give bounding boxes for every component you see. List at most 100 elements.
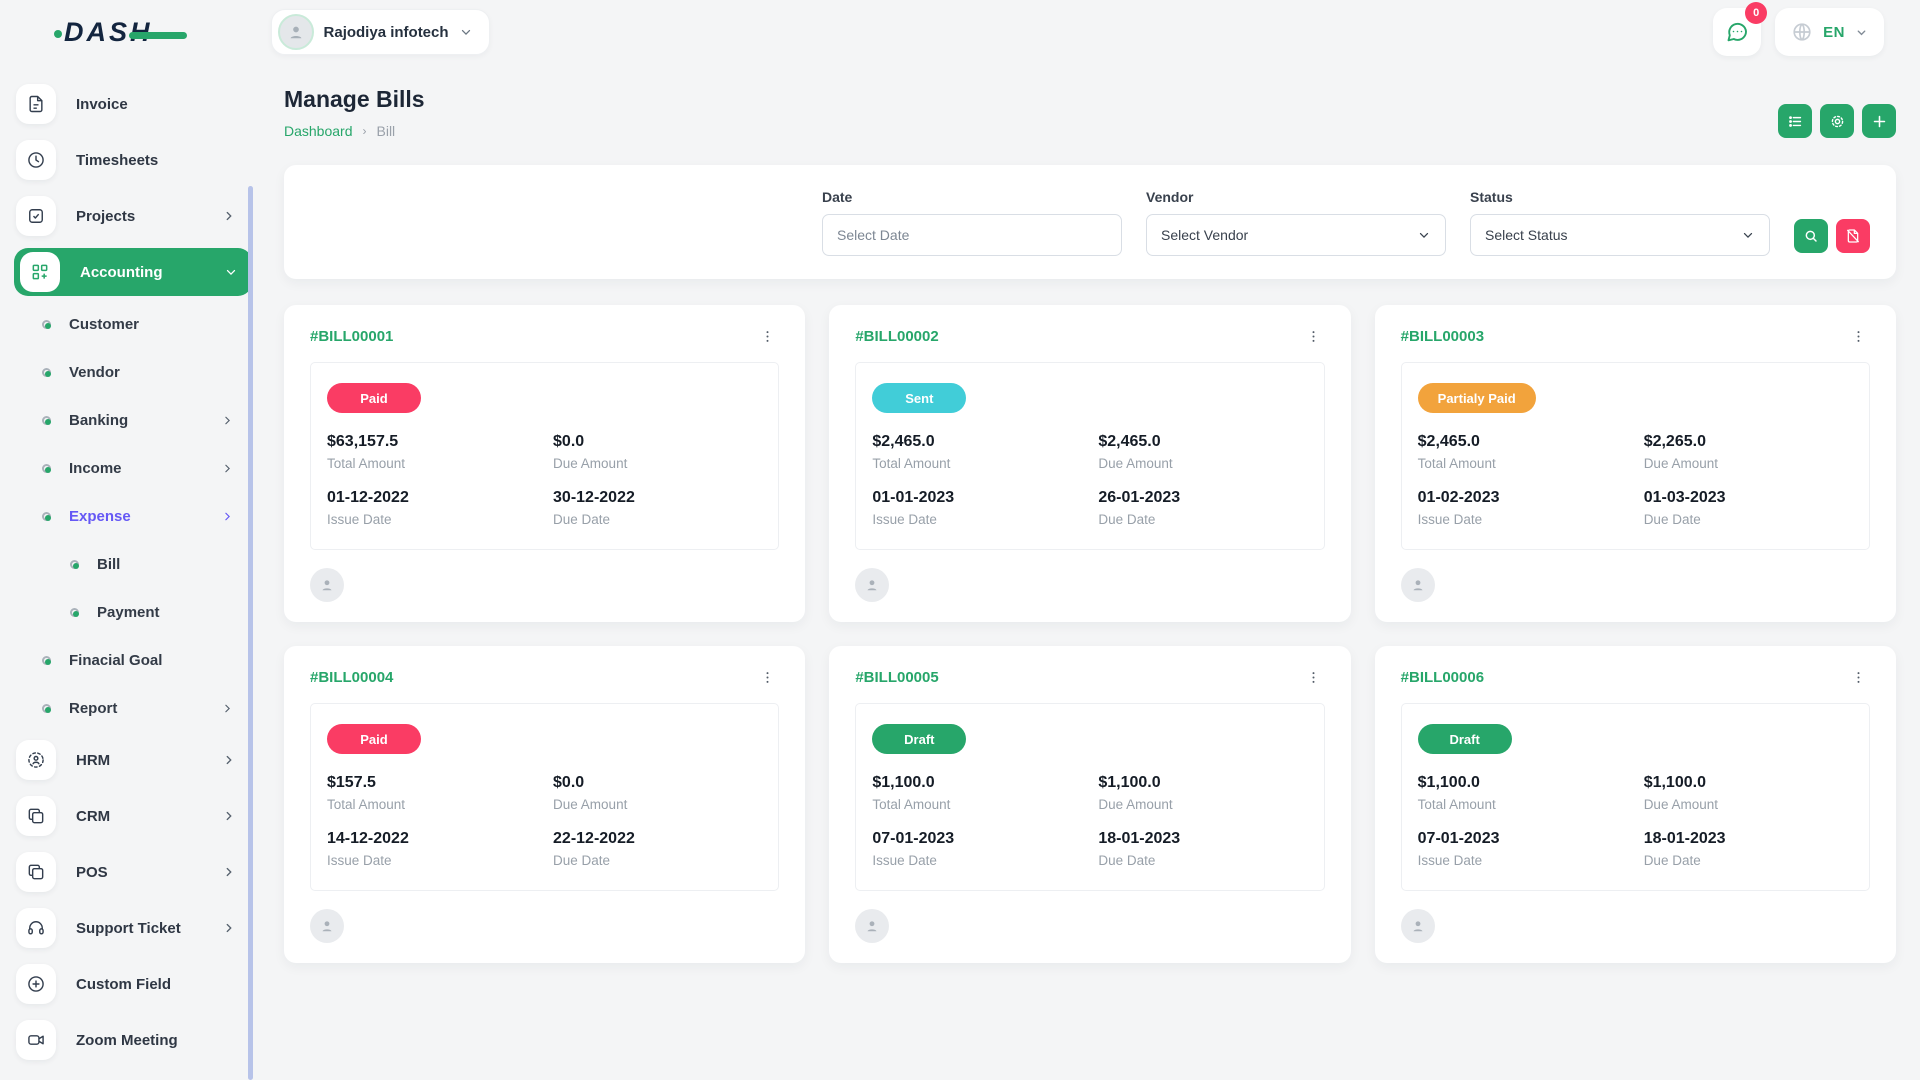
vendor-avatar [310, 568, 344, 602]
card-menu-button[interactable] [1847, 668, 1870, 687]
plus-icon [1871, 113, 1888, 130]
sidebar-item-pos[interactable]: POS [0, 844, 262, 900]
status-filter-group: Status Select Status [1470, 189, 1770, 256]
file-off-icon [1845, 228, 1861, 244]
notifications-button[interactable]: 0 [1713, 8, 1761, 56]
sidebar-item-accounting[interactable]: Accounting [14, 248, 252, 296]
bullet-dot-icon [42, 656, 51, 665]
bullet-dot-icon [42, 704, 51, 713]
bill-detail-box: Draft $1,100.0Total Amount $1,100.0Due A… [855, 703, 1324, 891]
add-bill-button[interactable] [1862, 104, 1896, 138]
card-menu-button[interactable] [1302, 668, 1325, 687]
issue-date-value: 14-12-2022 [327, 830, 553, 848]
chevron-right-icon [222, 921, 236, 935]
kebab-menu-icon [1851, 670, 1866, 685]
due-amount-label: Due Amount [553, 456, 762, 471]
reset-filter-button[interactable] [1836, 219, 1870, 253]
sidebar-item-report[interactable]: Report [0, 684, 262, 732]
issue-date-label: Issue Date [872, 853, 1098, 868]
company-switcher[interactable]: Rajodiya infotech [271, 9, 490, 55]
status-select[interactable]: Select Status [1470, 214, 1770, 256]
status-badge: Draft [1418, 724, 1512, 754]
card-menu-button[interactable] [756, 668, 779, 687]
chevron-down-icon [1855, 26, 1868, 39]
bill-id-link[interactable]: #BILL00004 [310, 669, 393, 686]
sidebar-item-timesheets[interactable]: Timesheets [0, 132, 262, 188]
sidebar-item-hrm[interactable]: HRM [0, 732, 262, 788]
person-icon [318, 576, 336, 594]
due-amount-label: Due Amount [1644, 456, 1853, 471]
status-badge: Sent [872, 383, 966, 413]
total-amount-value: $1,100.0 [872, 774, 1098, 792]
person-icon [318, 917, 336, 935]
bill-id-link[interactable]: #BILL00002 [855, 328, 938, 345]
breadcrumb-dashboard-link[interactable]: Dashboard [284, 123, 353, 139]
bullet-dot-icon [42, 464, 51, 473]
logo-dot-accent [54, 30, 62, 38]
sidebar-item-finacial-goal[interactable]: Finacial Goal [0, 636, 262, 684]
bill-id-link[interactable]: #BILL00003 [1401, 328, 1484, 345]
person-icon [1409, 576, 1427, 594]
chevron-right-icon [222, 809, 236, 823]
sidebar-item-invoice[interactable]: Invoice [0, 76, 262, 132]
sidebar-item-expense[interactable]: Expense [0, 492, 262, 540]
sidebar-item-projects[interactable]: Projects [0, 188, 262, 244]
total-amount-label: Total Amount [872, 797, 1098, 812]
sidebar-item-customer[interactable]: Customer [0, 300, 262, 348]
checkbox-icon [16, 196, 56, 236]
sidebar-item-support-ticket[interactable]: Support Ticket [0, 900, 262, 956]
total-amount-value: $63,157.5 [327, 433, 553, 451]
card-menu-button[interactable] [1302, 327, 1325, 346]
sidebar-item-bill[interactable]: Bill [0, 540, 262, 588]
apply-filter-button[interactable] [1794, 219, 1828, 253]
chat-bubble-icon [1725, 20, 1749, 44]
sidebar-scrollbar-thumb[interactable] [248, 186, 253, 1080]
top-header: DASH Rajodiya infotech 0 EN [0, 0, 1920, 64]
due-date-label: Due Date [1098, 853, 1307, 868]
pos-icon [16, 852, 56, 892]
issue-date-label: Issue Date [1418, 853, 1644, 868]
settings-button[interactable] [1820, 104, 1854, 138]
kebab-menu-icon [1306, 329, 1321, 344]
person-icon [863, 917, 881, 935]
due-date-value: 18-01-2023 [1644, 830, 1853, 848]
sidebar-item-zoom-meeting[interactable]: Zoom Meeting [0, 1012, 262, 1068]
status-badge: Paid [327, 383, 421, 413]
date-input[interactable] [822, 214, 1122, 256]
total-amount-value: $2,465.0 [872, 433, 1098, 451]
bill-id-link[interactable]: #BILL00005 [855, 669, 938, 686]
logo-dash-accent [129, 32, 187, 39]
sidebar-item-vendor[interactable]: Vendor [0, 348, 262, 396]
headset-icon [16, 908, 56, 948]
issue-date-label: Issue Date [327, 512, 553, 527]
chevron-down-icon [224, 265, 238, 279]
globe-icon [1791, 21, 1813, 43]
due-date-label: Due Date [1644, 853, 1853, 868]
due-amount-value: $0.0 [553, 433, 762, 451]
brand-logo[interactable]: DASH [64, 17, 153, 48]
sidebar-item-payment[interactable]: Payment [0, 588, 262, 636]
card-menu-button[interactable] [756, 327, 779, 346]
chevron-right-icon [222, 865, 236, 879]
bill-id-link[interactable]: #BILL00006 [1401, 669, 1484, 686]
sidebar-item-banking[interactable]: Banking [0, 396, 262, 444]
company-name: Rajodiya infotech [324, 24, 449, 41]
language-selector[interactable]: EN [1775, 8, 1884, 56]
date-filter-group: Date [822, 189, 1122, 256]
kebab-menu-icon [760, 329, 775, 344]
page-title: Manage Bills [284, 86, 425, 113]
clock-icon [16, 140, 56, 180]
sidebar-item-crm[interactable]: CRM [0, 788, 262, 844]
due-amount-value: $1,100.0 [1644, 774, 1853, 792]
list-view-button[interactable] [1778, 104, 1812, 138]
sidebar-item-income[interactable]: Income [0, 444, 262, 492]
issue-date-value: 01-02-2023 [1418, 489, 1644, 507]
vendor-select[interactable]: Select Vendor [1146, 214, 1446, 256]
due-date-label: Due Date [1098, 512, 1307, 527]
bill-id-link[interactable]: #BILL00001 [310, 328, 393, 345]
chevron-down-icon [1417, 228, 1431, 242]
date-filter-label: Date [822, 189, 1122, 205]
card-menu-button[interactable] [1847, 327, 1870, 346]
sidebar-item-custom-field[interactable]: Custom Field [0, 956, 262, 1012]
chevron-down-icon [459, 25, 473, 39]
